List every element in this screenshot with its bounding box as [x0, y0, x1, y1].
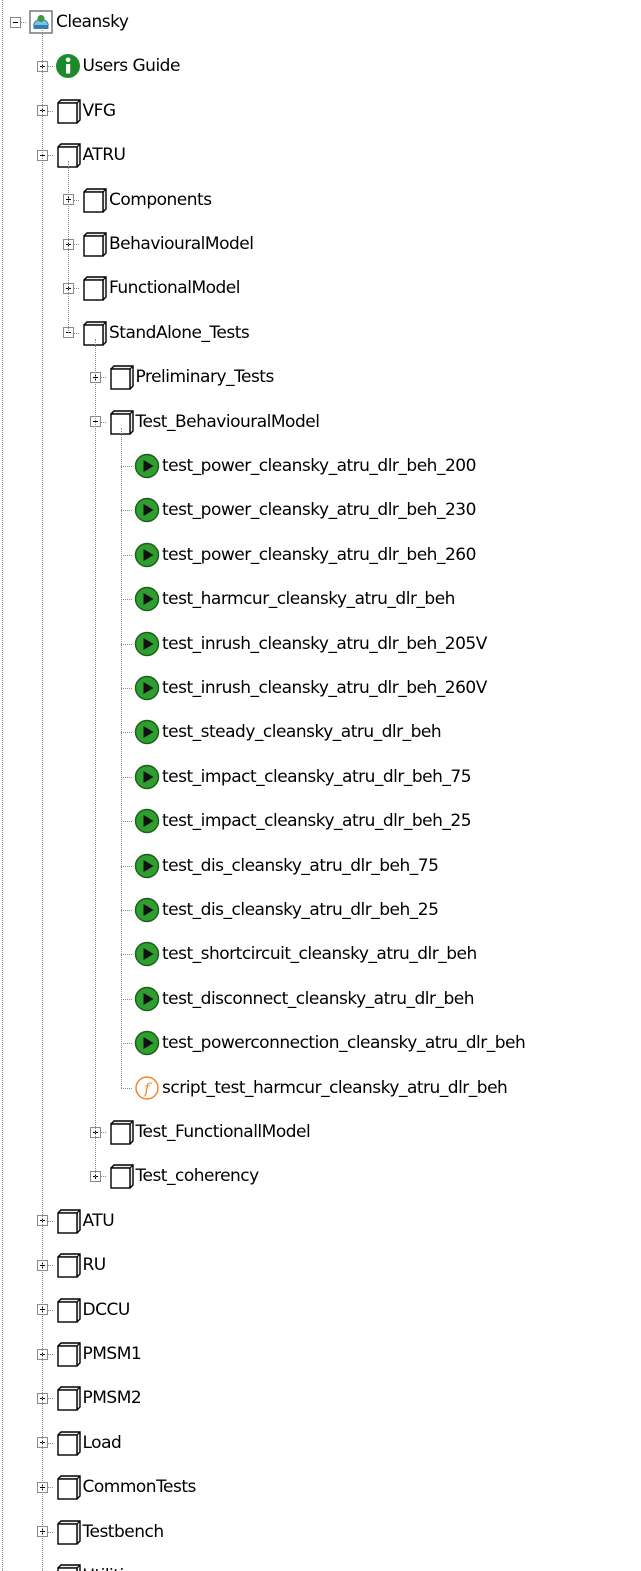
package-icon — [53, 1206, 83, 1236]
tree-node-t10-label[interactable]: test_dis_cleansky_atru_dlr_beh_75 — [162, 851, 439, 881]
tree-node-t11-label[interactable]: test_dis_cleansky_atru_dlr_beh_25 — [162, 895, 439, 925]
tree-connector — [121, 644, 132, 645]
tree-branch-line — [68, 161, 69, 333]
play-icon — [132, 939, 162, 969]
tree-node-s1-label[interactable]: script_test_harmcur_cleansky_atru_dlr_be… — [162, 1073, 508, 1103]
play-icon — [132, 629, 162, 659]
tree-node-t1-label[interactable]: test_power_cleansky_atru_dlr_beh_200 — [162, 451, 476, 481]
tree-node-preliminary-tests-label[interactable]: Preliminary_Tests — [136, 362, 275, 392]
tree-node-t13-label[interactable]: test_disconnect_cleansky_atru_dlr_beh — [162, 984, 475, 1014]
tree-connector — [121, 777, 132, 778]
tree-node-ru-label[interactable]: RU — [83, 1250, 107, 1280]
package-icon — [79, 185, 109, 215]
tree-node-pmsm1-label[interactable]: PMSM1 — [83, 1339, 142, 1369]
tree-connector — [121, 599, 132, 600]
package-icon — [53, 1339, 83, 1369]
expander-dash — [13, 22, 18, 23]
tree-node-pmsm2-label[interactable]: PMSM2 — [83, 1383, 142, 1413]
play-icon — [132, 851, 162, 881]
tree-root-label[interactable]: Cleansky — [56, 7, 129, 37]
tree-branch-line — [41, 28, 43, 1571]
play-icon — [132, 495, 162, 525]
tree-node-atru-behavioural-label[interactable]: BehaviouralModel — [109, 229, 254, 259]
package-icon — [106, 1117, 136, 1147]
tree-node-dccu-label[interactable]: DCCU — [83, 1295, 131, 1325]
tree-node-atru-label[interactable]: ATRU — [83, 140, 126, 170]
tree-node-load-label[interactable]: Load — [83, 1428, 122, 1458]
play-icon — [132, 806, 162, 836]
tree-connector — [121, 1043, 132, 1044]
tree-connector — [121, 732, 132, 733]
tree-node-t2-label[interactable]: test_power_cleansky_atru_dlr_beh_230 — [162, 495, 476, 525]
package-icon — [53, 1250, 83, 1280]
package-icon — [53, 1383, 83, 1413]
play-icon — [132, 717, 162, 747]
play-icon — [132, 584, 162, 614]
tree-connector — [121, 910, 132, 911]
tree-node-test-functional-label[interactable]: Test_FunctionallModel — [136, 1117, 311, 1147]
tree-node-t5-label[interactable]: test_inrush_cleansky_atru_dlr_beh_205V — [162, 629, 487, 659]
package-icon — [79, 273, 109, 303]
tree-connector — [121, 1088, 132, 1089]
package-icon — [53, 1561, 83, 1571]
tree-node-t4-label[interactable]: test_harmcur_cleansky_atru_dlr_beh — [162, 584, 455, 614]
tree-node-t14-label[interactable]: test_powerconnection_cleansky_atru_dlr_b… — [162, 1028, 526, 1058]
play-icon — [132, 451, 162, 481]
tree-root-expander[interactable] — [10, 17, 21, 28]
package-icon — [53, 1472, 83, 1502]
package-icon — [53, 1428, 83, 1458]
tree-node-atru-standalone-label[interactable]: StandAlone_Tests — [109, 318, 250, 348]
tree-connector — [121, 821, 132, 822]
package-icon — [53, 96, 83, 126]
model-tree: Cleansky Users Guide VFG ATRU Components Beha… — [0, 0, 641, 1571]
package-icon — [53, 1295, 83, 1325]
tree-node-users-guide-label[interactable]: Users Guide — [83, 51, 181, 81]
tree-connector — [121, 688, 132, 689]
play-icon — [132, 895, 162, 925]
package-icon — [53, 1517, 83, 1547]
tree-node-atru-components-label[interactable]: Components — [109, 185, 212, 215]
tree-node-test-coherency-label[interactable]: Test_coherency — [136, 1161, 260, 1191]
info-icon — [53, 51, 83, 81]
play-icon — [132, 673, 162, 703]
package-icon — [79, 229, 109, 259]
tree-node-t6-label[interactable]: test_inrush_cleansky_atru_dlr_beh_260V — [162, 673, 487, 703]
tree-connector — [121, 999, 132, 1000]
tree-connector — [121, 954, 132, 955]
package-icon — [106, 362, 136, 392]
tree-node-testbench-label[interactable]: Testbench — [83, 1517, 165, 1547]
function-icon: f — [132, 1073, 162, 1103]
tree-connector — [121, 866, 132, 867]
tree-branch-line — [121, 428, 122, 1088]
play-icon — [132, 540, 162, 570]
tree-node-t7-label[interactable]: test_steady_cleansky_atru_dlr_beh — [162, 717, 442, 747]
tree-node-vfg-label[interactable]: VFG — [83, 96, 117, 126]
tree-connector — [121, 510, 132, 511]
tree-node-t8-label[interactable]: test_impact_cleansky_atru_dlr_beh_75 — [162, 762, 472, 792]
tree-node-atu-label[interactable]: ATU — [83, 1206, 115, 1236]
tree-node-t3-label[interactable]: test_power_cleansky_atru_dlr_beh_260 — [162, 540, 476, 570]
tree-node-utilities-label[interactable]: Utilities — [83, 1561, 143, 1571]
tree-node-t9-label[interactable]: test_impact_cleansky_atru_dlr_beh_25 — [162, 806, 472, 836]
play-icon — [132, 1028, 162, 1058]
play-icon — [132, 984, 162, 1014]
tree-connector — [121, 466, 132, 467]
tree-node-t12-label[interactable]: test_shortcircuit_cleansky_atru_dlr_beh — [162, 939, 477, 969]
package-icon — [106, 1161, 136, 1191]
tree-branch-line — [94, 339, 96, 1177]
tree-node-commontests-label[interactable]: CommonTests — [83, 1472, 197, 1502]
tree-node-atru-functional-label[interactable]: FunctionalModel — [109, 273, 241, 303]
tree-node-test-behavioural-label[interactable]: Test_BehaviouralModel — [136, 407, 320, 437]
play-icon — [132, 762, 162, 792]
tree-guide-line — [2, 0, 3, 1571]
tree-connector — [121, 555, 132, 556]
